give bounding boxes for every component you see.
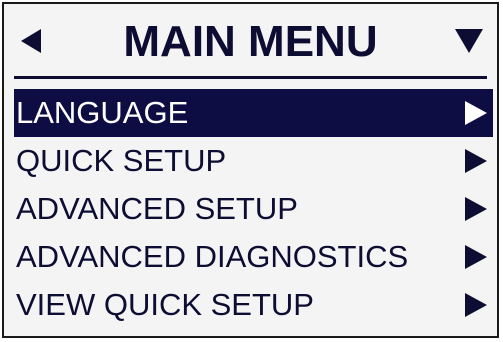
triangle-right-icon: [465, 149, 487, 173]
menu-item-label: QUICK SETUP: [16, 143, 227, 178]
scroll-down-button[interactable]: [451, 24, 487, 58]
header-divider: [14, 76, 487, 79]
triangle-down-icon: [455, 29, 483, 53]
page-title: MAIN MENU: [123, 17, 378, 66]
menu-item-label: LANGUAGE: [16, 95, 189, 130]
menu-item-advanced-setup[interactable]: ADVANCED SETUP: [14, 185, 493, 233]
menu-item-quick-setup[interactable]: QUICK SETUP: [14, 137, 493, 185]
triangle-right-icon: [465, 101, 487, 125]
menu-header: MAIN MENU: [4, 4, 497, 82]
menu-list: LANGUAGE QUICK SETUP ADVANCED SETUP ADVA…: [14, 89, 493, 329]
menu-item-label: ADVANCED SETUP: [16, 191, 298, 226]
menu-item-label: VIEW QUICK SETUP: [16, 287, 314, 322]
menu-item-label: ADVANCED DIAGNOSTICS: [16, 239, 409, 274]
menu-item-view-quick-setup[interactable]: VIEW QUICK SETUP: [14, 281, 493, 329]
menu-item-advanced-diagnostics[interactable]: ADVANCED DIAGNOSTICS: [14, 233, 493, 281]
menu-item-language[interactable]: LANGUAGE: [14, 89, 493, 137]
triangle-right-icon: [465, 197, 487, 221]
triangle-right-icon: [465, 245, 487, 269]
back-button[interactable]: [14, 24, 48, 58]
triangle-right-icon: [465, 293, 487, 317]
lcd-screen: MAIN MENU LANGUAGE QUICK SETUP ADVANCED …: [2, 2, 499, 338]
triangle-left-icon: [21, 29, 41, 53]
